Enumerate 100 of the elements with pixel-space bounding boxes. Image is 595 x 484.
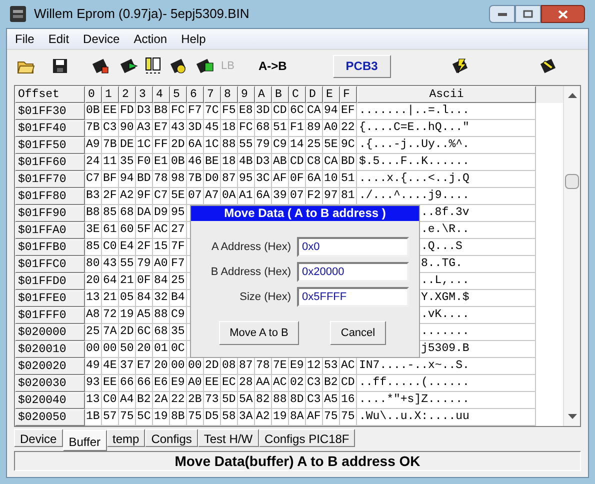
hex-cell: 6C — [289, 103, 306, 120]
tab[interactable]: Device — [14, 429, 63, 447]
hex-cell: EF — [340, 103, 357, 120]
status-bar: Move Data(buffer) A to B address OK — [14, 451, 581, 471]
hex-cell: 21 — [119, 273, 136, 290]
hex-cell: 13 — [85, 290, 102, 307]
hex-cell: 58 — [221, 409, 238, 426]
hex-cell: 49 — [85, 358, 102, 375]
hex-cell: CD — [289, 154, 306, 171]
hex-cell: C8 — [306, 154, 323, 171]
hex-cell: 22 — [340, 120, 357, 137]
hex-cell: D9 — [153, 205, 170, 222]
hex-cell: 88 — [272, 392, 289, 409]
hex-cell: B4 — [170, 290, 187, 307]
hex-cell: 1C — [204, 137, 221, 154]
offset-cell: $020040 — [15, 392, 85, 409]
menu-item[interactable]: Edit — [48, 30, 70, 48]
hex-cell: A5 — [136, 307, 153, 324]
hex-cell: 7B — [85, 120, 102, 137]
hex-cell: C7 — [85, 171, 102, 188]
hex-cell: 5F — [136, 222, 153, 239]
hex-cell: 27 — [170, 222, 187, 239]
open-folder-icon[interactable] — [17, 58, 35, 74]
hex-cell: 51 — [340, 171, 357, 188]
hex-cell: 2A — [153, 392, 170, 409]
column-header: 7 — [204, 86, 221, 103]
hex-cell: 02 — [289, 375, 306, 392]
hex-cell: F7 — [187, 103, 204, 120]
hex-cell: AF — [272, 171, 289, 188]
hex-cell: 3E — [85, 222, 102, 239]
dialog-button[interactable]: Move A to B — [219, 321, 299, 345]
hex-cell: 20 — [153, 358, 170, 375]
save-icon[interactable] — [53, 59, 67, 73]
offset-cell: $01FF90 — [15, 205, 85, 222]
pcb-button[interactable]: PCB3 — [332, 54, 391, 78]
vertical-scrollbar[interactable] — [563, 86, 580, 426]
tab[interactable]: Test H/W — [198, 429, 259, 447]
hex-cell: 8B — [170, 409, 187, 426]
column-header: 6 — [187, 86, 204, 103]
hex-cell: A3 — [136, 120, 153, 137]
hex-cell: 66 — [119, 375, 136, 392]
hex-cell: CA — [306, 103, 323, 120]
hex-cell: E4 — [119, 239, 136, 256]
address-field[interactable]: 0x0 — [297, 237, 409, 257]
hex-cell: AB — [272, 154, 289, 171]
hex-cell: 10 — [323, 171, 340, 188]
dialog-button[interactable]: Cancel — [330, 321, 386, 345]
hex-cell: 1C — [136, 137, 153, 154]
tab[interactable]: Configs — [145, 429, 198, 447]
hex-cell: 00 — [85, 341, 102, 358]
scrollbar-thumb[interactable] — [565, 174, 580, 189]
column-header: B — [272, 86, 289, 103]
menu-item[interactable]: Help — [181, 30, 206, 48]
hex-cell: D3 — [255, 154, 272, 171]
hex-cell: A2 — [255, 409, 272, 426]
maximize-button[interactable] — [515, 5, 541, 23]
hex-cell: EC — [221, 375, 238, 392]
dialog-title: Move Data ( A to B address ) — [191, 206, 419, 221]
tab[interactable]: Buffer — [62, 430, 106, 451]
hex-cell: 55 — [238, 137, 255, 154]
menu-item[interactable]: Action — [134, 30, 168, 48]
field-label: B Address (Hex) — [210, 264, 292, 280]
column-header: A — [255, 86, 272, 103]
offset-cell: $01FFB0 — [15, 239, 85, 256]
a-to-b-button[interactable]: A->B — [258, 57, 287, 75]
address-field[interactable]: 0x5FFFF — [297, 287, 409, 307]
field-label: A Address (Hex) — [210, 240, 292, 255]
ascii-cell: $.5...F..K...... — [357, 154, 536, 171]
menu-item[interactable]: Device — [83, 30, 120, 48]
offset-cell: $01FFE0 — [15, 290, 85, 307]
hex-cell: B3 — [85, 188, 102, 205]
column-header: 3 — [136, 86, 153, 103]
scroll-up-icon[interactable] — [568, 92, 577, 98]
chip-icon[interactable] — [91, 57, 111, 75]
menu-item[interactable]: File — [15, 30, 34, 48]
offset-cell: $01FFC0 — [15, 256, 85, 273]
hex-cell: 37 — [119, 358, 136, 375]
ascii-cell: ....*"+s]Z...... — [357, 392, 536, 409]
hex-cell: 0C — [170, 341, 187, 358]
hex-cell: 79 — [255, 137, 272, 154]
hex-cell: 0B — [85, 103, 102, 120]
hex-cell: 7F — [170, 239, 187, 256]
scroll-down-icon[interactable] — [568, 414, 577, 420]
hex-cell: C7 — [153, 188, 170, 205]
tab[interactable]: temp — [106, 429, 146, 447]
hex-cell: 05 — [119, 290, 136, 307]
hex-cell: C9 — [170, 307, 187, 324]
address-field[interactable]: 0x20000 — [297, 262, 409, 282]
offset-cell: $020010 — [15, 341, 85, 358]
hex-cell: CD — [340, 375, 357, 392]
chip-arrow-icon[interactable] — [119, 57, 139, 75]
hex-cell: 55 — [119, 256, 136, 273]
hex-cell: 46 — [187, 154, 204, 171]
minimize-button[interactable] — [489, 5, 515, 23]
hex-cell: 16 — [340, 392, 357, 409]
hex-cell: 0B — [170, 154, 187, 171]
close-button[interactable] — [541, 5, 585, 23]
hex-cell: EE — [102, 103, 119, 120]
tab[interactable]: Configs PIC18F — [258, 429, 356, 447]
hex-cell: 8D — [289, 392, 306, 409]
